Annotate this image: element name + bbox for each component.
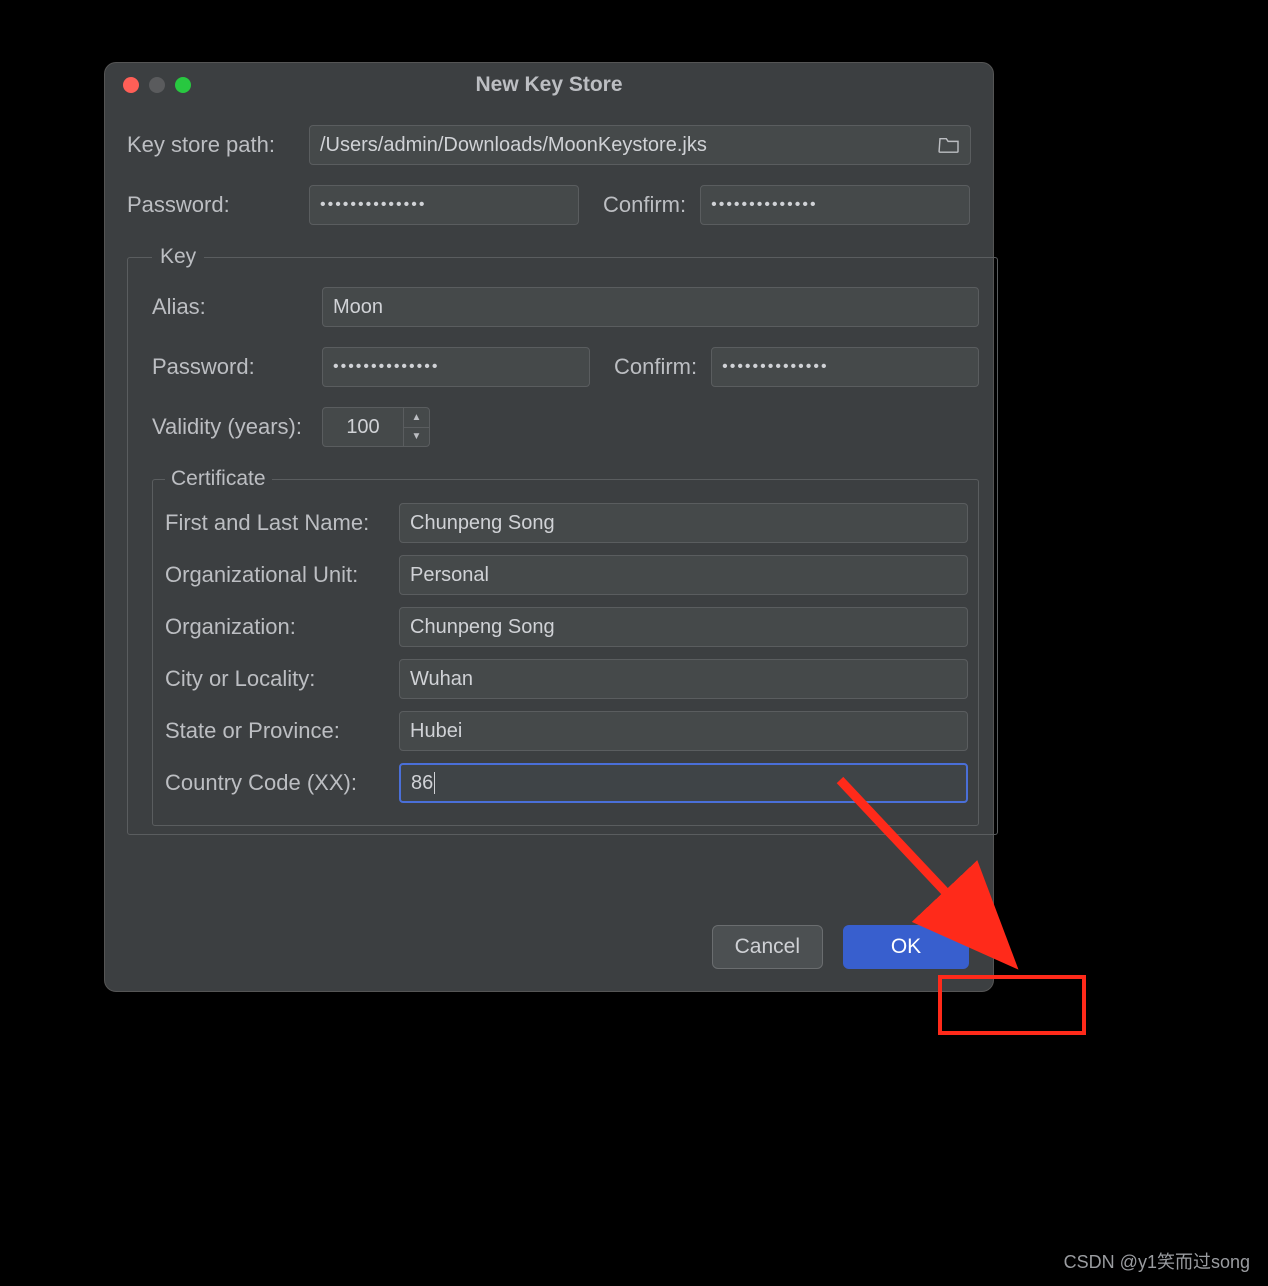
watermark-text: CSDN @y1笑而过song: [1064, 1248, 1250, 1274]
key-password-row: Password: •••••••••••••• Confirm: ••••••…: [152, 347, 979, 387]
window-controls: [123, 77, 191, 93]
state-label: State or Province:: [165, 718, 389, 744]
zoom-window-button[interactable]: [175, 77, 191, 93]
org-label: Organization:: [165, 614, 389, 640]
keystore-password-label: Password:: [127, 192, 295, 218]
country-label: Country Code (XX):: [165, 770, 389, 796]
spinner-up-icon[interactable]: ▲: [404, 408, 429, 428]
keystore-path-label: Key store path:: [127, 132, 295, 158]
city-input[interactable]: Wuhan: [399, 659, 968, 699]
org-input[interactable]: Chunpeng Song: [399, 607, 968, 647]
keystore-confirm-input[interactable]: ••••••••••••••: [700, 185, 970, 225]
alias-row: Alias: Moon: [152, 287, 979, 327]
validity-value: 100: [323, 416, 403, 439]
dialog-buttons: Cancel OK: [712, 925, 969, 969]
dialog-body: Key store path: /Users/admin/Downloads/M…: [105, 107, 993, 835]
folder-icon[interactable]: [938, 136, 960, 154]
minimize-window-button[interactable]: [149, 77, 165, 93]
key-group: Key Alias: Moon Password: ••••••••••••••…: [127, 245, 998, 835]
first-last-row: First and Last Name: Chunpeng Song: [165, 503, 968, 543]
spinner-buttons: ▲ ▼: [403, 408, 429, 446]
key-password-label: Password:: [152, 354, 308, 380]
new-key-store-dialog: New Key Store Key store path: /Users/adm…: [104, 62, 994, 992]
keystore-password-row: Password: •••••••••••••• Confirm: ••••••…: [127, 185, 971, 225]
key-password-input[interactable]: ••••••••••••••: [322, 347, 590, 387]
first-last-input[interactable]: Chunpeng Song: [399, 503, 968, 543]
country-row: Country Code (XX): 86: [165, 763, 968, 803]
key-legend: Key: [152, 245, 204, 269]
key-confirm-label: Confirm:: [614, 354, 697, 380]
titlebar: New Key Store: [105, 63, 993, 107]
validity-label: Validity (years):: [152, 414, 308, 440]
keystore-password-input[interactable]: ••••••••••••••: [309, 185, 579, 225]
alias-input[interactable]: Moon: [322, 287, 979, 327]
city-label: City or Locality:: [165, 666, 389, 692]
org-unit-row: Organizational Unit: Personal: [165, 555, 968, 595]
close-window-button[interactable]: [123, 77, 139, 93]
state-row: State or Province: Hubei: [165, 711, 968, 751]
ok-button[interactable]: OK: [843, 925, 969, 969]
validity-row: Validity (years): 100 ▲ ▼: [152, 407, 979, 447]
certificate-group: Certificate First and Last Name: Chunpen…: [152, 467, 979, 826]
state-input[interactable]: Hubei: [399, 711, 968, 751]
country-input[interactable]: 86: [399, 763, 968, 803]
certificate-legend: Certificate: [165, 467, 272, 491]
org-unit-label: Organizational Unit:: [165, 562, 389, 588]
dialog-title: New Key Store: [105, 73, 993, 97]
keystore-path-value: /Users/admin/Downloads/MoonKeystore.jks: [320, 134, 707, 157]
city-row: City or Locality: Wuhan: [165, 659, 968, 699]
keystore-path-row: Key store path: /Users/admin/Downloads/M…: [127, 125, 971, 165]
first-last-label: First and Last Name:: [165, 510, 389, 536]
org-row: Organization: Chunpeng Song: [165, 607, 968, 647]
keystore-path-input[interactable]: /Users/admin/Downloads/MoonKeystore.jks: [309, 125, 971, 165]
cancel-button[interactable]: Cancel: [712, 925, 823, 969]
alias-label: Alias:: [152, 294, 308, 320]
keystore-confirm-label: Confirm:: [603, 192, 686, 218]
validity-spinner[interactable]: 100 ▲ ▼: [322, 407, 430, 447]
org-unit-input[interactable]: Personal: [399, 555, 968, 595]
spinner-down-icon[interactable]: ▼: [404, 428, 429, 447]
key-confirm-input[interactable]: ••••••••••••••: [711, 347, 979, 387]
